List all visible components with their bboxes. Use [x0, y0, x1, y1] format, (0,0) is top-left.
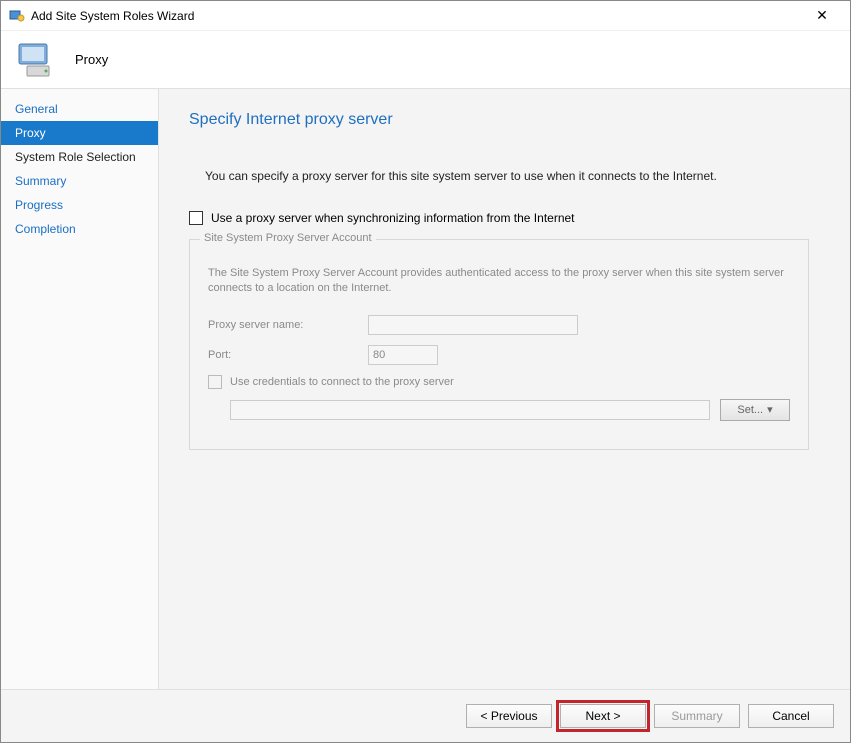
- window-title: Add Site System Roles Wizard: [31, 9, 802, 23]
- proxy-account-group: Site System Proxy Server Account The Sit…: [189, 239, 809, 450]
- use-proxy-row: Use a proxy server when synchronizing in…: [189, 211, 820, 225]
- proxy-name-row: Proxy server name:: [208, 315, 790, 335]
- app-icon: [9, 8, 25, 24]
- sidebar-item-proxy[interactable]: Proxy: [1, 121, 158, 145]
- next-button[interactable]: Next >: [560, 704, 646, 728]
- sidebar-item-system-role-selection[interactable]: System Role Selection: [1, 145, 158, 169]
- sidebar-item-progress[interactable]: Progress: [1, 193, 158, 217]
- proxy-name-input[interactable]: [368, 315, 578, 335]
- use-credentials-checkbox[interactable]: [208, 375, 222, 389]
- sidebar-item-general[interactable]: General: [1, 97, 158, 121]
- wizard-footer: < Previous Next > Summary Cancel: [1, 689, 850, 742]
- sidebar-item-summary[interactable]: Summary: [1, 169, 158, 193]
- content-description: You can specify a proxy server for this …: [189, 169, 820, 183]
- sidebar-item-completion[interactable]: Completion: [1, 217, 158, 241]
- port-label: Port:: [208, 349, 358, 361]
- page-icon: [13, 40, 61, 80]
- sidebar: General Proxy System Role Selection Summ…: [1, 89, 159, 689]
- close-button[interactable]: ✕: [802, 7, 842, 24]
- use-credentials-row: Use credentials to connect to the proxy …: [208, 375, 790, 389]
- content-pane: Specify Internet proxy server You can sp…: [159, 89, 850, 689]
- proxy-name-label: Proxy server name:: [208, 319, 358, 331]
- content-spacer: [189, 450, 820, 669]
- page-title: Proxy: [75, 52, 108, 67]
- use-proxy-checkbox[interactable]: [189, 211, 203, 225]
- use-credentials-label: Use credentials to connect to the proxy …: [230, 376, 454, 388]
- wizard-header: Proxy: [1, 31, 850, 89]
- group-title: Site System Proxy Server Account: [200, 232, 376, 244]
- content-title: Specify Internet proxy server: [189, 111, 820, 129]
- group-description: The Site System Proxy Server Account pro…: [208, 266, 790, 297]
- port-row: Port:: [208, 345, 790, 365]
- titlebar: Add Site System Roles Wizard ✕: [1, 1, 850, 31]
- set-button[interactable]: Set... ▾: [720, 399, 790, 421]
- wizard-window: Add Site System Roles Wizard ✕ Proxy Gen…: [0, 0, 851, 743]
- credentials-input[interactable]: [230, 400, 710, 420]
- chevron-down-icon: ▾: [767, 403, 773, 416]
- set-button-label: Set...: [737, 404, 763, 416]
- cancel-button[interactable]: Cancel: [748, 704, 834, 728]
- credentials-row: Set... ▾: [230, 399, 790, 421]
- wizard-body: General Proxy System Role Selection Summ…: [1, 89, 850, 689]
- summary-button: Summary: [654, 704, 740, 728]
- port-input[interactable]: [368, 345, 438, 365]
- use-proxy-label: Use a proxy server when synchronizing in…: [211, 211, 575, 225]
- previous-button[interactable]: < Previous: [466, 704, 552, 728]
